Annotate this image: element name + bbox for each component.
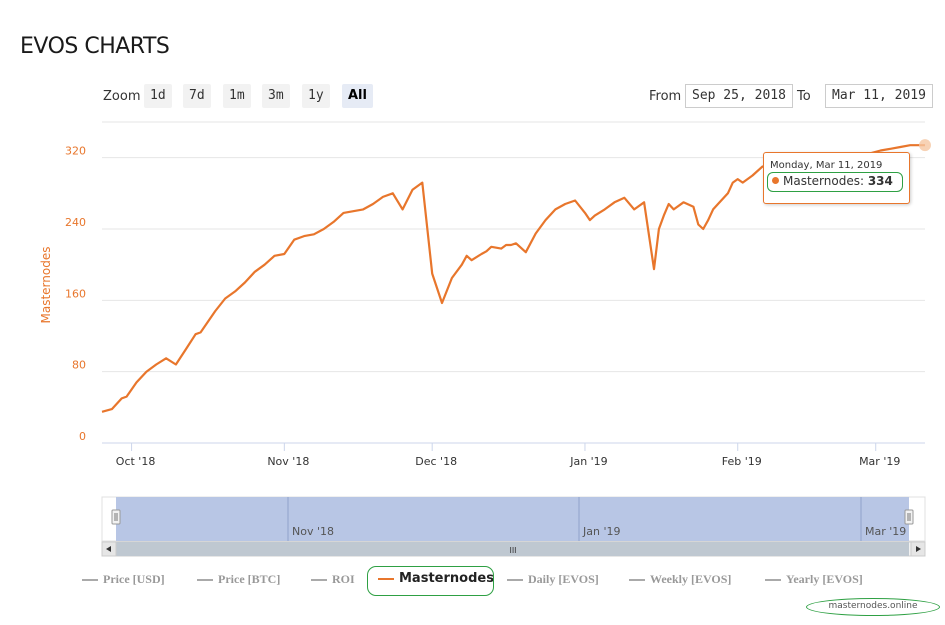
legend-item-price-usd[interactable]: Price [USD] (82, 572, 165, 587)
navigator-selection[interactable] (116, 497, 909, 541)
navigator-handle-right[interactable] (904, 509, 914, 525)
x-tick-label: Oct '18 (116, 455, 156, 468)
y-axis-label: Masternodes (39, 247, 53, 324)
navigator-label-nov: Nov '18 (292, 525, 334, 538)
x-tick-label: Mar '19 (859, 455, 900, 468)
y-axis-ticks: 0 80 160 240 320 (65, 145, 86, 443)
tooltip: Monday, Mar 11, 2019 Masternodes: 334 (763, 152, 910, 204)
credit-link[interactable]: masternodes.online (806, 598, 940, 616)
navigator-label-jan: Jan '19 (582, 525, 620, 538)
series-dot-icon (772, 177, 779, 184)
x-tick-label: Jan '19 (569, 455, 607, 468)
tooltip-date: Monday, Mar 11, 2019 (770, 160, 883, 171)
legend-item-roi[interactable]: ROI (311, 572, 355, 587)
x-tick-label: Nov '18 (267, 455, 309, 468)
scrollbar-grip: III (509, 546, 516, 555)
hover-marker (919, 139, 931, 152)
x-tick-label: Dec '18 (415, 455, 457, 468)
navigator-label-mar: Mar '19 (865, 525, 906, 538)
tooltip-series-name: Masternodes (783, 174, 860, 188)
y-tick-label: 160 (65, 287, 86, 300)
tooltip-value-row: Masternodes: 334 (767, 172, 903, 192)
x-axis-ticks: Oct '18 Nov '18 Dec '18 Jan '19 Feb '19 Mar '… (116, 443, 900, 468)
navigator-handle-left[interactable] (111, 509, 121, 525)
chart-svg: 0 80 160 240 320 Masternodes Oct '18 Nov '18 D… (39, 121, 931, 557)
y-tick-label: 80 (72, 359, 86, 372)
y-tick-label: 0 (79, 430, 86, 443)
x-tick-label: Feb '19 (722, 455, 762, 468)
legend-highlight-circle (367, 566, 494, 596)
tooltip-value: 334 (867, 174, 893, 188)
y-tick-label: 320 (65, 145, 86, 158)
legend-item-yearly-evos[interactable]: Yearly [EVOS] (765, 572, 863, 587)
y-tick-label: 240 (65, 216, 86, 229)
legend-item-weekly-evos[interactable]: Weekly [EVOS] (629, 572, 731, 587)
legend-item-price-btc[interactable]: Price [BTC] (197, 572, 280, 587)
legend-item-daily-evos[interactable]: Daily [EVOS] (507, 572, 599, 587)
